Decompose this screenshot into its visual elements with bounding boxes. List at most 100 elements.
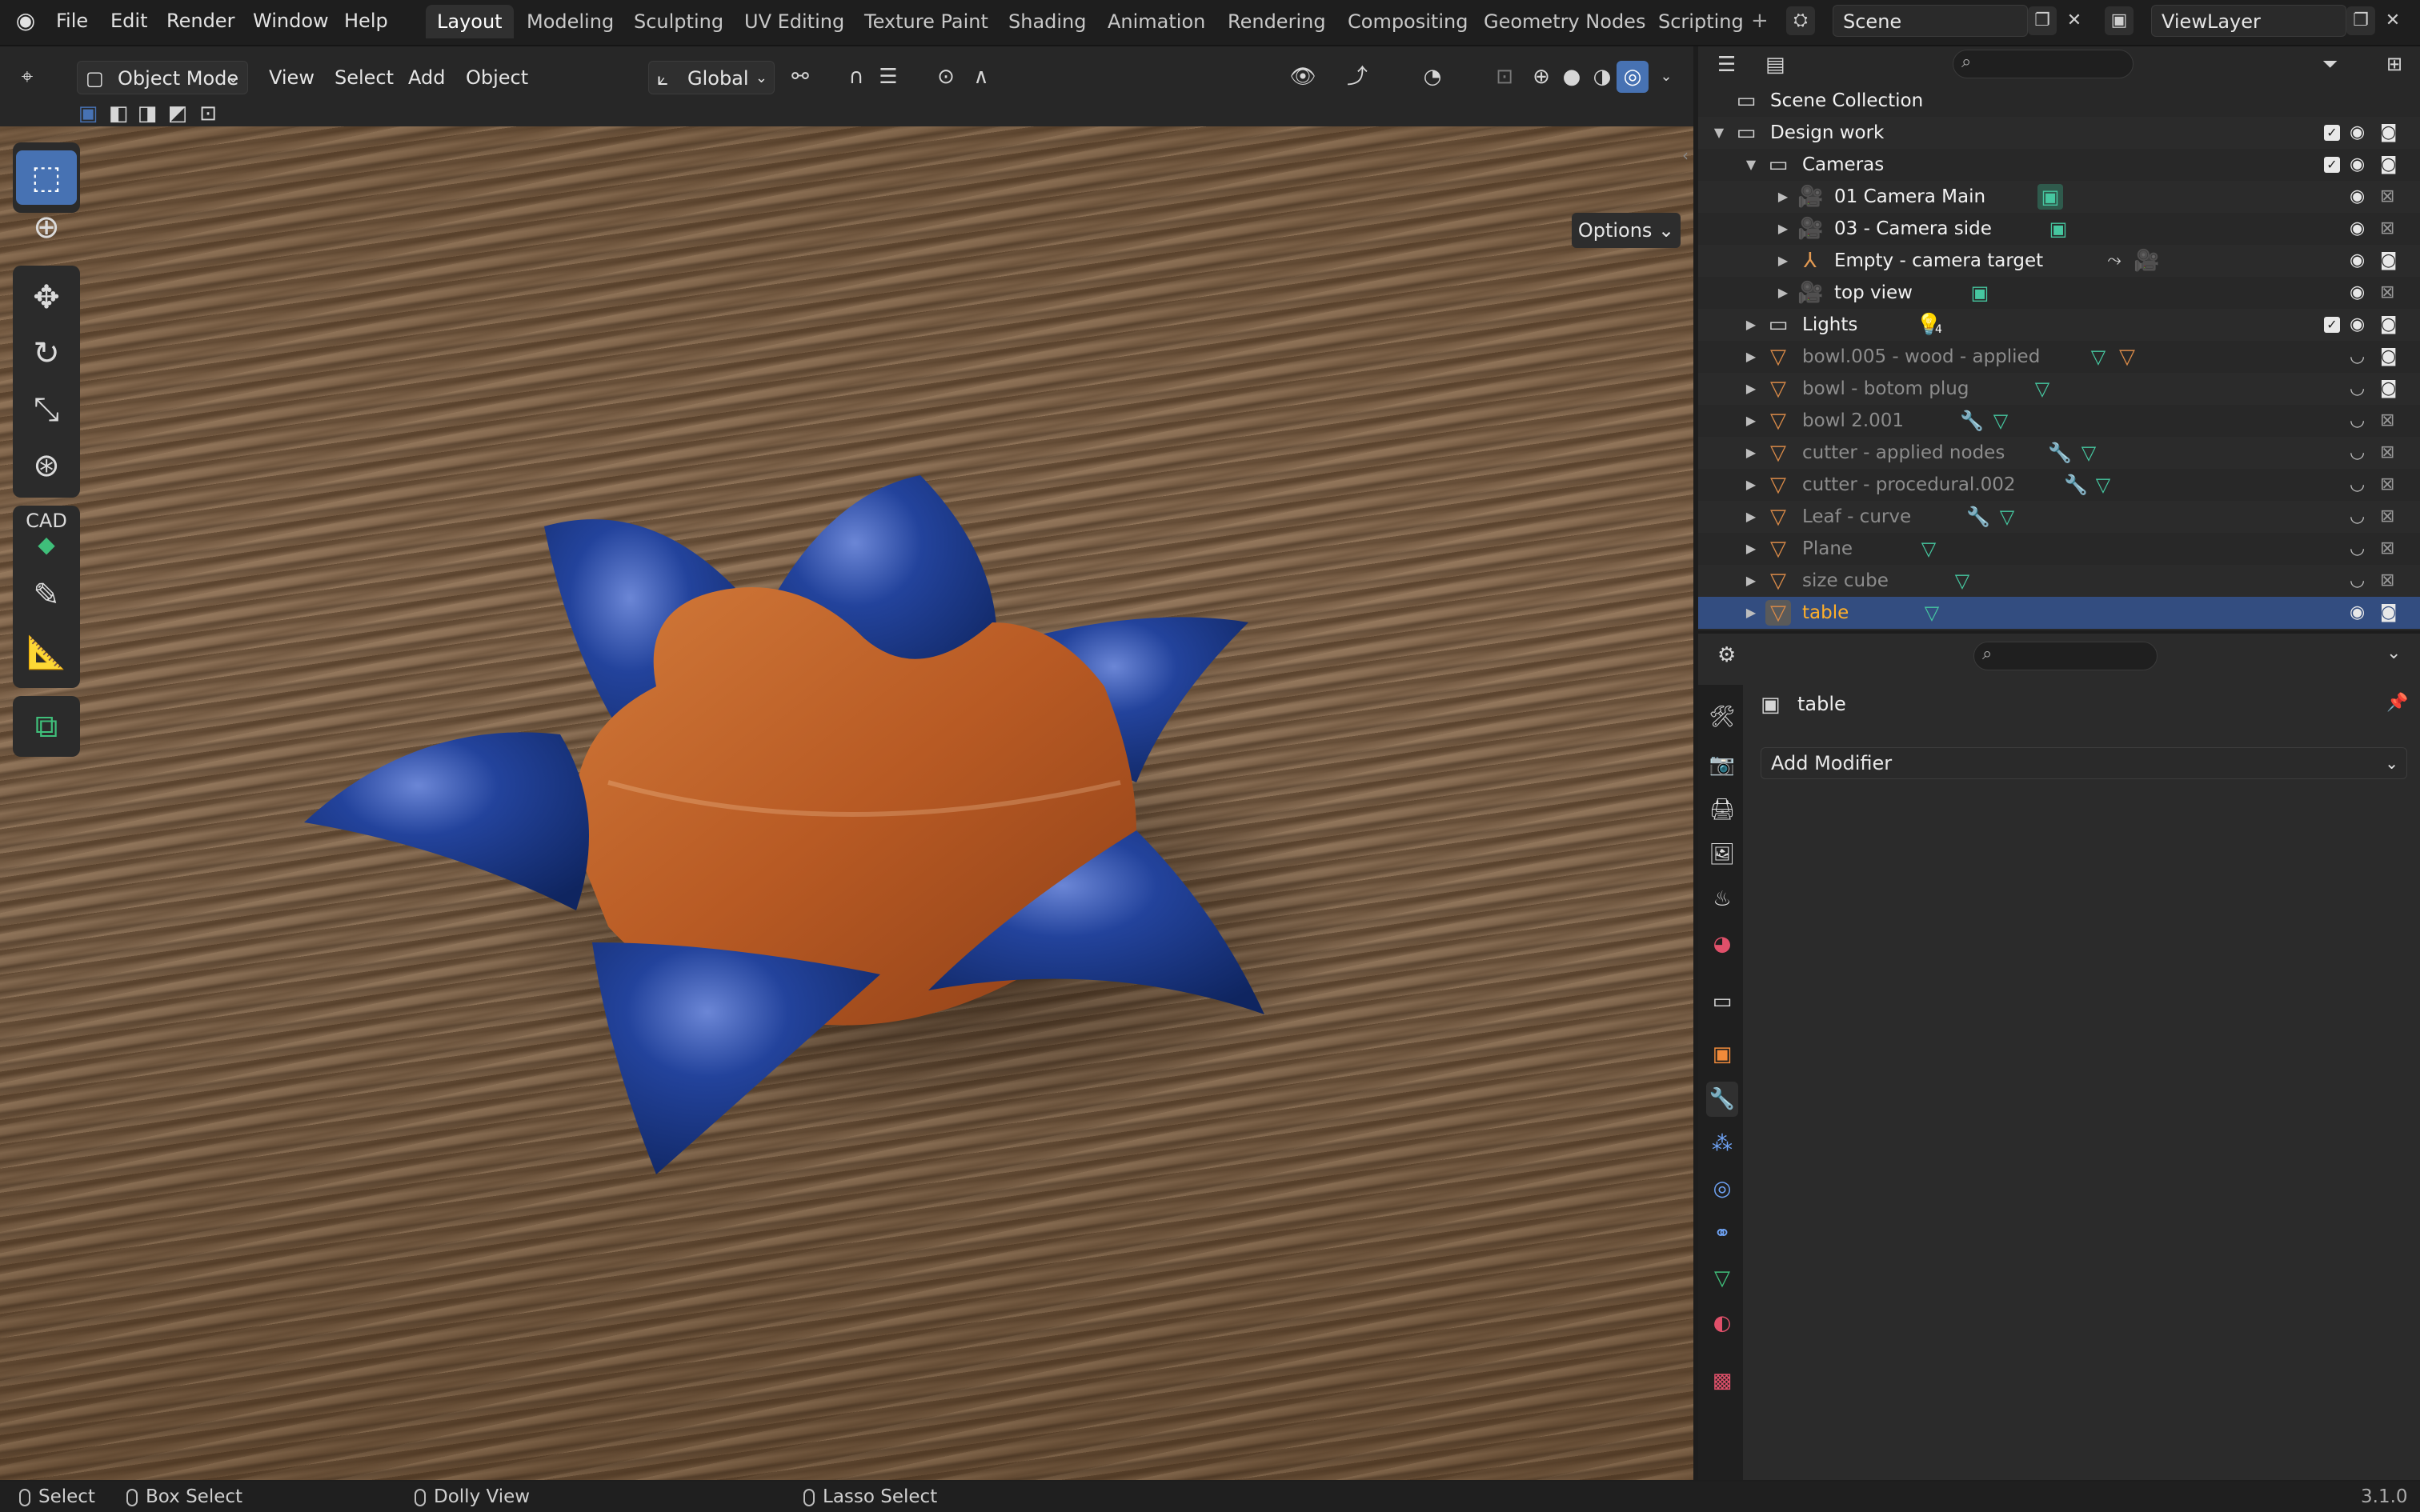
expand-icon[interactable]: ▶ — [1775, 181, 1791, 213]
mesh-data-icon[interactable]: ▽ — [1988, 408, 2013, 434]
exclude-checkbox[interactable]: ✓ — [2324, 317, 2340, 333]
outliner-row-bowl-2-001[interactable]: ▶ ▽ bowl 2.001 🔧 ▽ ◡ ⊠ — [1698, 405, 2420, 437]
solid-shading-icon[interactable]: ● — [1556, 61, 1588, 93]
wireframe-shading-icon[interactable]: ⊕ — [1525, 61, 1557, 93]
expand-icon[interactable]: ▶ — [1743, 373, 1759, 405]
expand-icon[interactable]: ▶ — [1775, 213, 1791, 245]
camera-render-disabled-icon[interactable]: ⊠ — [2380, 565, 2394, 597]
modifier-wrench-icon[interactable]: 🔧 — [1959, 408, 1985, 434]
move-icon[interactable]: ✥ — [16, 270, 77, 325]
collection-tab-icon[interactable]: ▭ — [1706, 984, 1738, 1019]
add-cube-icon[interactable]: ⧉ — [16, 699, 77, 754]
menu-file[interactable]: File — [56, 6, 88, 35]
camera-render-disabled-icon[interactable]: ⊠ — [2380, 469, 2394, 501]
mesh-data-icon[interactable]: ▽ — [2029, 376, 2055, 402]
delete-view-layer-icon[interactable]: ✕ — [2378, 6, 2407, 35]
camera-data-icon[interactable]: ▣ — [2045, 216, 2071, 242]
outliner-row-design-work[interactable]: ▼ ▭ Design work ✓ ◉ ◙ — [1698, 117, 2420, 149]
shading-options-icon[interactable]: ⌄ — [1650, 61, 1682, 93]
exclude-checkbox[interactable]: ✓ — [2324, 157, 2340, 173]
material-shading-icon[interactable]: ◑ — [1586, 61, 1618, 93]
tab-texture-paint[interactable]: Texture Paint — [853, 5, 1000, 38]
select-subtract-icon[interactable]: ◨ — [131, 98, 163, 130]
eye-closed-icon[interactable]: ◡ — [2350, 405, 2365, 437]
outliner-row-empty-camera-target[interactable]: ▶ ⅄ Empty - camera target ⤳ 🎥 ◉ ◙ — [1698, 245, 2420, 277]
eye-icon[interactable]: ◉ — [2350, 309, 2365, 341]
menu-select[interactable]: Select — [335, 61, 394, 94]
new-collection-icon[interactable]: ⊞ — [2386, 53, 2402, 75]
add-workspace-icon[interactable]: + — [1751, 6, 1769, 35]
eye-closed-icon[interactable]: ◡ — [2350, 533, 2365, 565]
transform-icon[interactable]: ⊛ — [16, 438, 77, 493]
outliner-row-scene-collection[interactable]: ▭ Scene Collection — [1698, 85, 2420, 117]
render-tab-icon[interactable]: 📷 — [1706, 747, 1738, 782]
eye-closed-icon[interactable]: ◡ — [2350, 373, 2365, 405]
eye-closed-icon[interactable]: ◡ — [2350, 469, 2365, 501]
child-camera-icon[interactable]: 🎥 — [2134, 248, 2159, 274]
delete-scene-icon[interactable]: ✕ — [2060, 6, 2089, 35]
editor-type-icon[interactable]: ⌖ — [11, 61, 43, 93]
camera-render-icon[interactable]: ◙ — [2380, 149, 2397, 181]
expand-icon[interactable]: ▶ — [1743, 405, 1759, 437]
tab-sculpting[interactable]: Sculpting — [623, 5, 735, 38]
exclude-checkbox[interactable]: ✓ — [2324, 125, 2340, 141]
mesh-data-icon[interactable]: ▽ — [1916, 536, 1941, 562]
outliner-row-cutter-procedural[interactable]: ▶ ▽ cutter - procedural.002 🔧 ▽ ◡ ⊠ — [1698, 469, 2420, 501]
blender-logo-icon[interactable]: ◉ — [11, 6, 40, 35]
object-tab-icon[interactable]: ▣ — [1706, 1037, 1738, 1072]
outliner-search-input[interactable]: ⌕ — [1953, 50, 2134, 78]
annotate-icon[interactable]: ✎ — [16, 568, 77, 622]
outliner-row-size-cube[interactable]: ▶ ▽ size cube ▽ ◡ ⊠ — [1698, 565, 2420, 597]
outliner-row-plane[interactable]: ▶ ▽ Plane ▽ ◡ ⊠ — [1698, 533, 2420, 565]
mode-dropdown[interactable]: ▢ Object Mode ⌄ — [77, 61, 248, 94]
scene-tab-icon[interactable]: ♨ — [1706, 882, 1738, 917]
camera-render-disabled-icon[interactable]: ⊠ — [2380, 533, 2394, 565]
filter-icon[interactable]: ⏷ — [2322, 53, 2338, 75]
mesh-data-icon[interactable]: ▽ — [2085, 344, 2111, 370]
menu-object[interactable]: Object — [466, 61, 528, 94]
transform-orientation-dropdown[interactable]: ⟀ Global ⌄ — [648, 61, 775, 94]
outliner-row-camera-main[interactable]: ▶ 🎥 01 Camera Main ▣ ◉ ⊠ — [1698, 181, 2420, 213]
camera-render-icon[interactable]: ◙ — [2380, 309, 2397, 341]
expand-icon[interactable]: ▶ — [1775, 245, 1791, 277]
gizmo-icon[interactable]: ⤴ — [1341, 61, 1373, 93]
eye-icon[interactable]: ◉ — [2350, 117, 2365, 149]
camera-render-icon[interactable]: ◙ — [2380, 341, 2397, 373]
cursor-icon[interactable]: ⊕ — [16, 200, 77, 254]
output-tab-icon[interactable]: 🖨 — [1706, 792, 1738, 827]
camera-render-disabled-icon[interactable]: ⊠ — [2380, 501, 2394, 533]
rotate-icon[interactable]: ↻ — [16, 326, 77, 381]
mesh-data-icon[interactable]: ▽ — [2090, 472, 2116, 498]
tab-rendering[interactable]: Rendering — [1216, 5, 1337, 38]
expand-icon[interactable]: ▶ — [1743, 437, 1759, 469]
eye-icon[interactable]: ◉ — [2350, 277, 2365, 309]
snap-target-icon[interactable]: ☰ — [872, 61, 904, 93]
tab-uv-editing[interactable]: UV Editing — [733, 5, 855, 38]
sidebar-toggle-icon[interactable]: ‹ — [1682, 146, 1689, 165]
cad-tool-button[interactable]: CAD ◆ — [16, 509, 77, 563]
outliner-row-lights[interactable]: ▶ ▭ Lights 💡 4 ✓ ◉ ◙ — [1698, 309, 2420, 341]
eye-icon[interactable]: ◉ — [2350, 597, 2365, 629]
overlays-icon[interactable]: ◔ — [1416, 61, 1448, 93]
camera-render-disabled-icon[interactable]: ⊠ — [2380, 437, 2394, 469]
new-view-layer-icon[interactable]: ❐ — [2346, 6, 2375, 35]
scale-icon[interactable]: ⤡ — [16, 382, 77, 437]
tab-scripting[interactable]: Scripting — [1647, 5, 1755, 38]
modifier-wrench-icon[interactable]: 🔧 — [1965, 504, 1991, 530]
camera-render-disabled-icon[interactable]: ⊠ — [2380, 277, 2394, 309]
scene-name-field[interactable]: Scene — [1833, 5, 2028, 37]
properties-editor-type-icon[interactable]: ⚙ — [1717, 643, 1736, 667]
eye-closed-icon[interactable]: ◡ — [2350, 437, 2365, 469]
properties-options-icon[interactable]: ⌄ — [2386, 643, 2401, 663]
outliner-row-leaf-curve[interactable]: ▶ ▽ Leaf - curve 🔧 ▽ ◡ ⊠ — [1698, 501, 2420, 533]
expand-icon[interactable]: ▼ — [1743, 149, 1759, 181]
outliner-row-cameras[interactable]: ▼ ▭ Cameras ✓ ◉ ◙ — [1698, 149, 2420, 181]
display-mode-icon[interactable]: ▤ — [1765, 53, 1785, 77]
modifier-wrench-icon[interactable]: 🔧 — [2047, 440, 2073, 466]
rendered-shading-icon[interactable]: ◎ — [1617, 61, 1649, 93]
tab-animation[interactable]: Animation — [1096, 5, 1216, 38]
constraint-icon[interactable]: ⤳ — [2101, 248, 2127, 274]
snap-icon[interactable]: ∩ — [840, 61, 872, 93]
world-tab-icon[interactable]: ◕ — [1706, 926, 1738, 962]
eye-icon[interactable]: ◉ — [2350, 213, 2365, 245]
